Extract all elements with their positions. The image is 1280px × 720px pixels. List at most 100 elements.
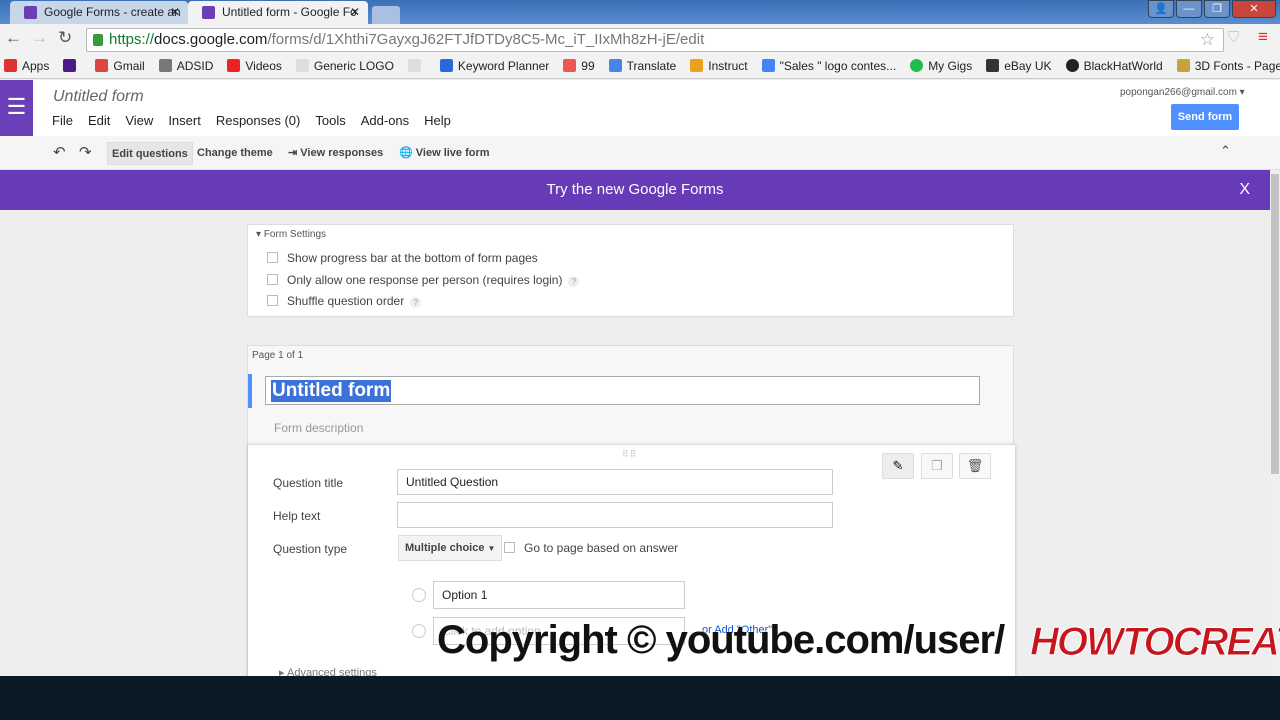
bookmark[interactable]: Keyword Planner: [439, 55, 550, 78]
responses-icon: ⇥: [288, 147, 298, 159]
new-tab-button[interactable]: [372, 6, 400, 24]
question-title-input[interactable]: Untitled Question: [397, 469, 833, 495]
progress-bar-option[interactable]: Show progress bar at the bottom of form …: [267, 251, 538, 265]
page-icon: [407, 59, 421, 72]
undo-icon[interactable]: ↶: [53, 143, 66, 161]
bookmark[interactable]: [63, 55, 81, 78]
help-icon[interactable]: ?: [568, 276, 580, 287]
forward-icon[interactable]: →: [31, 28, 48, 48]
bookmark[interactable]: eBay UK: [986, 55, 1052, 78]
account-label: popongan266@gmail.com: [1120, 87, 1237, 98]
close-tab-icon[interactable]: ✕: [170, 5, 180, 19]
edit-pencil-icon[interactable]: ✎: [882, 453, 914, 479]
bookmark[interactable]: 3D Fonts - Page 34 ...: [1176, 55, 1280, 78]
drag-handle[interactable]: ⠿⠿: [622, 449, 637, 460]
browser-tab-active[interactable]: Untitled form - Google Fo ✕: [188, 1, 368, 24]
tab-label: Google Forms - create an: [44, 5, 181, 19]
bookmark[interactable]: Translate: [608, 55, 676, 78]
checkbox[interactable]: [504, 542, 515, 553]
toolbar: ↶ ↷ Edit questions Change theme ⇥ View r…: [0, 136, 1280, 170]
send-form-button[interactable]: Send form: [1171, 104, 1239, 130]
menu-view[interactable]: View: [125, 113, 153, 128]
url-scheme: https://: [109, 31, 155, 48]
change-theme-button[interactable]: Change theme: [193, 142, 277, 165]
browser-tab[interactable]: Google Forms - create an ✕: [10, 1, 188, 24]
view-live-label: View live form: [415, 147, 490, 159]
bookmark[interactable]: BlackHatWorld: [1065, 55, 1163, 78]
scrollbar[interactable]: [1270, 170, 1280, 676]
document-title[interactable]: Untitled form: [53, 88, 144, 106]
bookmark[interactable]: Apps: [4, 55, 49, 78]
adwords-icon: [439, 59, 453, 72]
reload-icon[interactable]: ↻: [58, 28, 72, 48]
form-description-input[interactable]: Form description: [274, 421, 363, 435]
checkbox[interactable]: [267, 252, 278, 263]
form-settings-toggle[interactable]: ▾ Form Settings: [256, 229, 326, 240]
bookmark[interactable]: ADSID: [158, 55, 213, 78]
redo-icon[interactable]: ↷: [79, 143, 92, 161]
forms-menu-icon[interactable]: ☰: [0, 80, 33, 136]
checkbox[interactable]: [267, 274, 278, 285]
account-email[interactable]: popongan266@gmail.com ▾: [1120, 87, 1245, 98]
bookmark[interactable]: My Gigs: [910, 55, 972, 78]
address-bar[interactable]: https://docs.google.com/forms/d/1Xhthi7G…: [86, 28, 1224, 52]
maximize-button[interactable]: ❐: [1204, 0, 1230, 18]
question-type-select[interactable]: Multiple choice ▼: [398, 535, 503, 561]
form-title-text: Untitled form: [271, 380, 392, 402]
help-text-input[interactable]: [397, 502, 833, 528]
view-live-form-button[interactable]: 🌐 View live form: [395, 142, 494, 165]
one-response-option[interactable]: Only allow one response per person (requ…: [267, 273, 580, 287]
bookmark[interactable]: 99: [563, 55, 595, 78]
form-title-input[interactable]: Untitled form: [265, 376, 980, 405]
bookmark[interactable]: "Sales " logo contes...: [761, 55, 896, 78]
extension-shield-icon[interactable]: ⛉: [1228, 29, 1239, 46]
bookmark[interactable]: [407, 55, 426, 78]
duplicate-icon[interactable]: ❐: [921, 453, 953, 479]
help-icon[interactable]: ?: [410, 297, 422, 308]
go-to-page-option[interactable]: Go to page based on answer: [504, 541, 678, 555]
banner-close-button[interactable]: X: [1239, 170, 1250, 210]
99-icon: [563, 59, 577, 72]
delete-trash-icon[interactable]: 🗑: [959, 453, 991, 479]
form-settings-header: Form Settings: [263, 229, 327, 240]
bookmark[interactable]: Instruct: [690, 55, 748, 78]
gmail-icon: [95, 59, 109, 72]
bookmark-label: 99: [581, 59, 595, 73]
minimize-button[interactable]: —: [1176, 0, 1202, 18]
option-1-input[interactable]: Option 1: [433, 581, 685, 609]
page-icon: [295, 59, 309, 72]
edit-questions-button[interactable]: Edit questions: [107, 142, 193, 165]
bookmark[interactable]: Videos: [227, 55, 282, 78]
3d-fonts-icon: [1176, 59, 1190, 72]
bookmark[interactable]: Generic LOGO: [295, 55, 394, 78]
bookmark-star-icon[interactable]: ☆: [1200, 29, 1215, 51]
globe-icon: 🌐: [399, 147, 413, 159]
menu-responses[interactable]: Responses (0): [216, 113, 301, 128]
menu-file[interactable]: File: [52, 113, 73, 128]
bookmark[interactable]: Gmail: [95, 55, 145, 78]
user-icon[interactable]: 👤: [1148, 0, 1174, 18]
bookmark-label: eBay UK: [1004, 59, 1052, 73]
option-radio: [412, 588, 426, 602]
close-tab-icon[interactable]: ✕: [350, 5, 360, 19]
ebay-icon: [986, 59, 1000, 72]
close-window-button[interactable]: ✕: [1232, 0, 1276, 18]
menu-help[interactable]: Help: [424, 113, 451, 128]
checkbox[interactable]: [267, 295, 278, 306]
menu-insert[interactable]: Insert: [168, 113, 201, 128]
url-host: docs.google.com: [154, 31, 268, 48]
shuffle-option[interactable]: Shuffle question order?: [267, 294, 422, 308]
collapse-icon[interactable]: ⌃: [1220, 143, 1231, 159]
view-responses-button[interactable]: ⇥ View responses: [284, 142, 387, 165]
chrome-menu-icon[interactable]: ≡: [1258, 27, 1268, 47]
banner-link[interactable]: Try the new Google Forms: [546, 181, 723, 198]
menu-add-ons[interactable]: Add-ons: [361, 113, 409, 128]
url-path: /forms/d/1Xhthi7GayxgJ62FTJfDTDy8C5-Mc_i…: [267, 31, 705, 48]
fiverr-icon: [910, 59, 924, 72]
menu-tools[interactable]: Tools: [315, 113, 345, 128]
menu-edit[interactable]: Edit: [88, 113, 110, 128]
translate-icon: [608, 59, 622, 72]
scrollbar-thumb[interactable]: [1271, 174, 1279, 474]
back-icon[interactable]: ←: [5, 28, 22, 48]
bookmark-label: Keyword Planner: [457, 59, 550, 73]
